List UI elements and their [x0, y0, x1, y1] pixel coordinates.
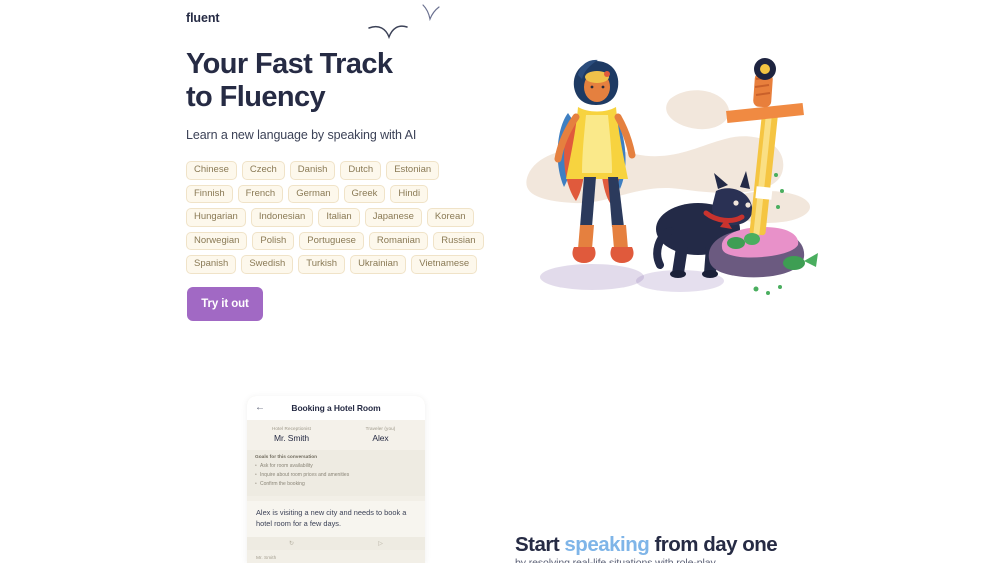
language-tag[interactable]: Hindi — [390, 184, 429, 203]
language-tag[interactable]: Finnish — [186, 184, 233, 203]
language-tag[interactable]: Ukrainian — [350, 255, 407, 274]
language-tag[interactable]: Polish — [252, 231, 295, 250]
scenario-text: Alex is visiting a new city and needs to… — [256, 508, 407, 528]
bird-doodle-icon — [365, 0, 450, 55]
refresh-icon[interactable]: ↻ — [247, 541, 336, 547]
role-block: Traveler (you) Alex — [336, 426, 425, 443]
language-tag[interactable]: Portuguese — [299, 231, 364, 250]
language-tag[interactable]: Vietnamese — [411, 255, 478, 274]
conversation-preview-card: ← Booking a Hotel Room Hotel Receptionis… — [247, 396, 425, 563]
section-subtitle: by resolving real-life situations with r… — [515, 557, 716, 563]
hero-subtitle: Learn a new language by speaking with AI — [186, 128, 417, 142]
goal-item: Inquire about room prices and amenities — [255, 472, 417, 478]
page-title: Your Fast Track to Fluency — [186, 48, 546, 114]
language-tag-list: Chinese Czech Danish Dutch Estonian Finnish Fr… — [186, 161, 486, 274]
message-area: Mr. Smith — [247, 550, 425, 563]
language-tag[interactable]: Indonesian — [250, 208, 314, 227]
back-arrow-icon[interactable]: ← — [255, 403, 265, 413]
language-tag[interactable]: Danish — [289, 161, 336, 180]
language-tag[interactable]: Chinese — [186, 161, 237, 180]
message-sender-label: Mr. Smith — [256, 556, 277, 562]
language-tag[interactable]: Hungarian — [186, 208, 246, 227]
role-name: Mr. Smith — [274, 432, 309, 443]
title-line-1: Your Fast Track — [186, 48, 393, 80]
role-caption: Hotel Receptionist — [271, 426, 312, 431]
try-it-out-button[interactable]: Try it out — [187, 287, 263, 321]
goal-item: Confirm the booking — [255, 481, 417, 487]
language-tag[interactable]: Spanish — [186, 255, 237, 274]
language-tag[interactable]: German — [288, 184, 339, 203]
language-tag[interactable]: Greek — [343, 184, 386, 203]
section-heading: Start speaking from day one — [515, 533, 778, 557]
heading-pre: Start — [515, 533, 565, 556]
role-caption: Traveler (you) — [365, 426, 396, 431]
conversation-title: Booking a Hotel Room — [291, 403, 381, 413]
language-tag[interactable]: French — [237, 184, 284, 203]
language-tag[interactable]: Korean — [426, 208, 474, 227]
scenario-box: Alex is visiting a new city and needs to… — [247, 501, 425, 538]
language-tag[interactable]: Japanese — [364, 208, 422, 227]
language-tag[interactable]: Turkish — [298, 255, 346, 274]
play-icon[interactable]: ▷ — [336, 541, 425, 547]
role-name: Alex — [372, 432, 389, 443]
language-tag[interactable]: Norwegian — [186, 231, 248, 250]
hero-illustration — [520, 55, 830, 305]
landing-page: fluent Your Fast Track to Fluency Learn … — [0, 0, 1000, 563]
goals-list: Ask for room availability Inquire about r… — [255, 463, 417, 487]
roles-row: Hotel Receptionist Mr. Smith Traveler (you… — [247, 420, 425, 450]
title-line-2: to Fluency — [186, 81, 326, 114]
language-tag[interactable]: Estonian — [386, 161, 440, 180]
language-tag[interactable]: Russian — [433, 231, 484, 250]
language-tag[interactable]: Italian — [318, 208, 360, 227]
language-tag[interactable]: Czech — [241, 161, 285, 180]
goals-section: Goals for this conversation Ask for room… — [247, 449, 425, 496]
phone-header: ← Booking a Hotel Room — [247, 396, 425, 420]
language-tag[interactable]: Dutch — [340, 161, 382, 180]
goal-item: Ask for room availability — [255, 463, 417, 469]
goals-title: Goals for this conversation — [255, 454, 318, 460]
language-tag[interactable]: Swedish — [241, 255, 294, 274]
scenario-actions-row: ↻ ▷ — [247, 537, 425, 551]
language-tag[interactable]: Romanian — [368, 231, 429, 250]
heading-post: from day one — [649, 533, 778, 556]
brand-logo[interactable]: fluent — [186, 11, 220, 25]
role-block: Hotel Receptionist Mr. Smith — [247, 426, 336, 443]
heading-accent: speaking — [564, 533, 650, 556]
